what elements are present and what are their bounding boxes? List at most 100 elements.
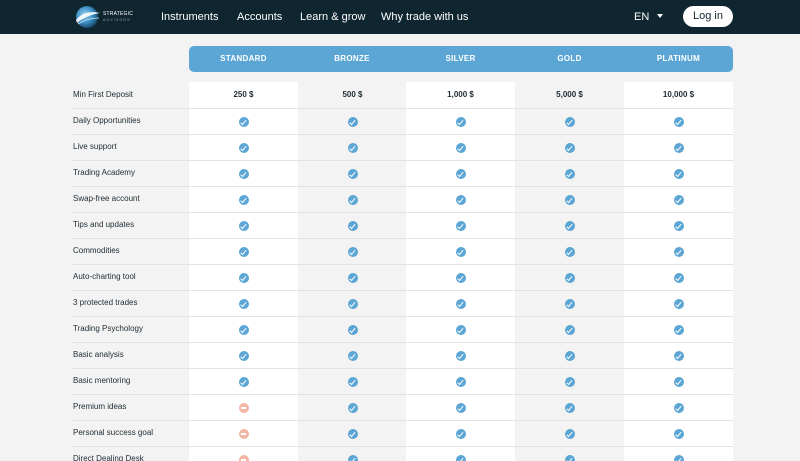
nav-instruments[interactable]: Instruments: [161, 10, 218, 24]
row-divider: [72, 342, 733, 343]
tier-platinum: PLATINUM: [656, 54, 701, 63]
minus-circle-icon: [238, 429, 249, 439]
check-circle-icon: [238, 221, 249, 231]
check-circle-icon: [347, 325, 358, 335]
row-divider: [72, 290, 733, 291]
check-circle-icon: [673, 143, 684, 153]
check-circle-icon: [238, 143, 249, 153]
check-circle-icon: [347, 351, 358, 361]
check-circle-icon: [347, 117, 358, 127]
check-circle-icon: [238, 377, 249, 387]
check-circle-icon: [238, 273, 249, 283]
tier-header: STANDARD BRONZE SILVER GOLD PLATINUM: [189, 46, 733, 72]
check-circle-icon: [673, 403, 684, 413]
check-circle-icon: [347, 221, 358, 231]
row-divider: [72, 368, 733, 369]
check-circle-icon: [238, 247, 249, 257]
deposit-silver: 1,000 $: [447, 90, 474, 99]
row-divider: [72, 238, 733, 239]
check-circle-icon: [455, 221, 466, 231]
tier-silver: SILVER: [445, 54, 476, 63]
check-circle-icon: [347, 455, 358, 461]
tier-bronze: BRONZE: [334, 54, 370, 63]
check-circle-icon: [455, 195, 466, 205]
row-label-feature: Premium ideas: [73, 402, 127, 411]
minus-circle-icon: [238, 455, 249, 461]
row-label-feature: Swap-free account: [73, 194, 140, 203]
globe-logo-icon: [76, 6, 100, 28]
row-divider: [72, 108, 733, 109]
top-navbar: STRATEGIC ADVISORS Instruments Accounts …: [0, 0, 800, 34]
check-circle-icon: [673, 377, 684, 387]
nav-learn-grow[interactable]: Learn & grow: [300, 10, 365, 24]
check-circle-icon: [455, 169, 466, 179]
check-circle-icon: [564, 403, 575, 413]
check-circle-icon: [455, 117, 466, 127]
check-circle-icon: [564, 117, 575, 127]
row-label-feature: Direct Dealing Desk: [73, 454, 144, 461]
check-circle-icon: [238, 169, 249, 179]
chevron-down-icon: [657, 14, 664, 19]
row-label-feature: Commodities: [73, 246, 120, 255]
check-circle-icon: [564, 169, 575, 179]
check-circle-icon: [673, 325, 684, 335]
check-circle-icon: [238, 351, 249, 361]
check-circle-icon: [673, 169, 684, 179]
brand-logo[interactable]: STRATEGIC ADVISORS: [72, 3, 134, 31]
check-circle-icon: [673, 299, 684, 309]
check-circle-icon: [564, 143, 575, 153]
row-divider: [72, 446, 733, 447]
login-button[interactable]: Log in: [683, 6, 733, 27]
check-circle-icon: [564, 299, 575, 309]
row-label-feature: Basic mentoring: [73, 376, 131, 385]
tier-gold: GOLD: [557, 54, 582, 63]
row-divider: [72, 212, 733, 213]
row-divider: [72, 420, 733, 421]
check-circle-icon: [673, 273, 684, 283]
check-circle-icon: [673, 429, 684, 439]
check-circle-icon: [564, 429, 575, 439]
row-divider: [72, 186, 733, 187]
check-circle-icon: [673, 351, 684, 361]
check-circle-icon: [564, 351, 575, 361]
row-label-feature: Live support: [73, 142, 117, 151]
nav-why-trade[interactable]: Why trade with us: [381, 10, 468, 24]
check-circle-icon: [455, 377, 466, 387]
row-label-feature: Tips and updates: [73, 220, 135, 229]
check-circle-icon: [347, 195, 358, 205]
check-circle-icon: [673, 247, 684, 257]
row-divider: [72, 134, 733, 135]
check-circle-icon: [564, 325, 575, 335]
check-circle-icon: [455, 247, 466, 257]
deposit-platinum: 10,000 $: [662, 90, 695, 99]
check-circle-icon: [347, 403, 358, 413]
check-circle-icon: [347, 143, 358, 153]
tier-standard: STANDARD: [220, 54, 267, 63]
language-code: EN: [634, 11, 650, 23]
check-circle-icon: [347, 247, 358, 257]
nav-accounts[interactable]: Accounts: [237, 10, 282, 24]
row-divider: [72, 316, 733, 317]
check-circle-icon: [238, 117, 249, 127]
deposit-standard: 250 $: [233, 90, 254, 99]
check-circle-icon: [564, 195, 575, 205]
check-circle-icon: [673, 455, 684, 461]
check-circle-icon: [455, 273, 466, 283]
check-circle-icon: [347, 273, 358, 283]
language-selector[interactable]: EN: [634, 10, 664, 24]
check-circle-icon: [455, 351, 466, 361]
row-label-feature: Personal success goal: [73, 428, 154, 437]
row-label-feature: Trading Psychology: [73, 324, 143, 333]
check-circle-icon: [455, 403, 466, 413]
row-label-feature: Auto-charting tool: [73, 272, 136, 281]
row-divider: [72, 264, 733, 265]
minus-circle-icon: [238, 403, 249, 413]
row-label-feature: 3 protected trades: [73, 298, 138, 307]
check-circle-icon: [238, 195, 249, 205]
check-circle-icon: [455, 299, 466, 309]
row-divider: [72, 394, 733, 395]
check-circle-icon: [673, 195, 684, 205]
check-circle-icon: [564, 221, 575, 231]
check-circle-icon: [455, 143, 466, 153]
brand-name: STRATEGIC ADVISORS: [103, 11, 134, 22]
